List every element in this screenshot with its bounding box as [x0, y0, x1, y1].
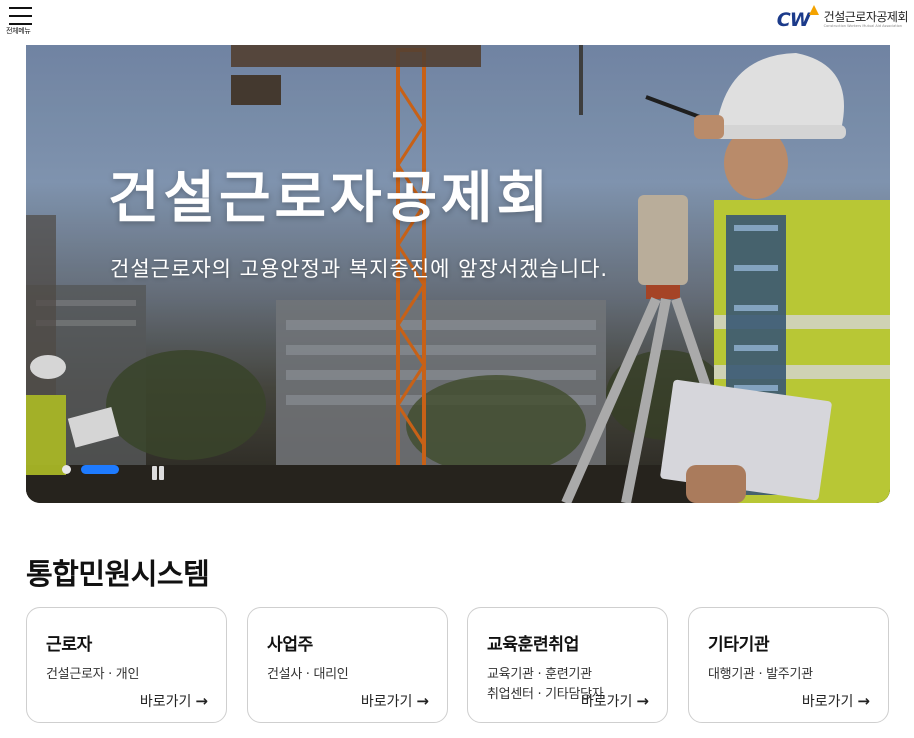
- hamburger-icon-line: [9, 15, 32, 17]
- card-title: 근로자: [46, 635, 93, 655]
- arrow-right-icon: →: [195, 692, 208, 710]
- pause-bar: [159, 466, 164, 480]
- go-link-label: 바로가기: [801, 694, 854, 710]
- go-link[interactable]: 바로가기 →: [581, 691, 649, 711]
- arrow-right-icon: →: [857, 692, 870, 710]
- card-description: 대행기관 · 발주기관: [708, 667, 813, 682]
- slide-indicator-1[interactable]: [62, 465, 71, 474]
- go-link-label: 바로가기: [360, 694, 413, 710]
- logo-name: 건설근로자공제회: [823, 10, 909, 24]
- arrow-right-icon: →: [636, 692, 649, 710]
- card-other-institutions[interactable]: 기타기관 대행기관 · 발주기관 바로가기 →: [688, 607, 889, 723]
- go-link[interactable]: 바로가기 →: [140, 691, 208, 711]
- card-description: 건설사 · 대리인: [267, 667, 349, 682]
- card-description: 건설근로자 · 개인: [46, 667, 140, 682]
- hero-title: 건설근로자공제회: [108, 166, 553, 231]
- site-logo[interactable]: CW 건설근로자공제회 Construction Workers Mutual …: [776, 5, 909, 31]
- hero-banner: 건설근로자공제회 건설근로자의 고용안정과 복지증진에 앞장서겠습니다.: [26, 45, 890, 503]
- logo-tagline: Construction Workers Mutual Aid Associat…: [823, 24, 903, 28]
- logo-accent-icon: [808, 5, 819, 15]
- hamburger-icon-line: [9, 23, 32, 25]
- hero-subtitle: 건설근로자의 고용안정과 복지증진에 앞장서겠습니다.: [110, 257, 609, 281]
- card-employer[interactable]: 사업주 건설사 · 대리인 바로가기 →: [247, 607, 448, 723]
- slide-indicator-2-active[interactable]: [81, 465, 119, 474]
- menu-label: 전체메뉴: [6, 27, 31, 35]
- card-worker[interactable]: 근로자 건설근로자 · 개인 바로가기 →: [26, 607, 227, 723]
- logo-text: 건설근로자공제회 Construction Workers Mutual Aid…: [823, 10, 909, 29]
- go-link[interactable]: 바로가기 →: [802, 691, 870, 711]
- section-title: 통합민원시스템: [26, 557, 210, 591]
- pause-icon[interactable]: [150, 464, 168, 482]
- go-link-label: 바로가기: [139, 694, 192, 710]
- go-link[interactable]: 바로가기 →: [361, 691, 429, 711]
- arrow-right-icon: →: [416, 692, 429, 710]
- card-education-training[interactable]: 교육훈련취업 교육기관 · 훈련기관 취업센터 · 기타담당자 바로가기 →: [467, 607, 668, 723]
- card-title: 기타기관: [708, 635, 770, 655]
- pause-bar: [152, 466, 157, 480]
- card-title: 교육훈련취업: [487, 635, 580, 655]
- card-description: 교육기관 · 훈련기관: [487, 667, 592, 682]
- logo-mark-text: CW: [776, 9, 811, 31]
- logo-mark: CW: [776, 5, 819, 31]
- hamburger-icon: [9, 7, 32, 9]
- menu-button[interactable]: 전체메뉴: [6, 5, 36, 37]
- go-link-label: 바로가기: [580, 694, 633, 710]
- card-title: 사업주: [267, 635, 314, 655]
